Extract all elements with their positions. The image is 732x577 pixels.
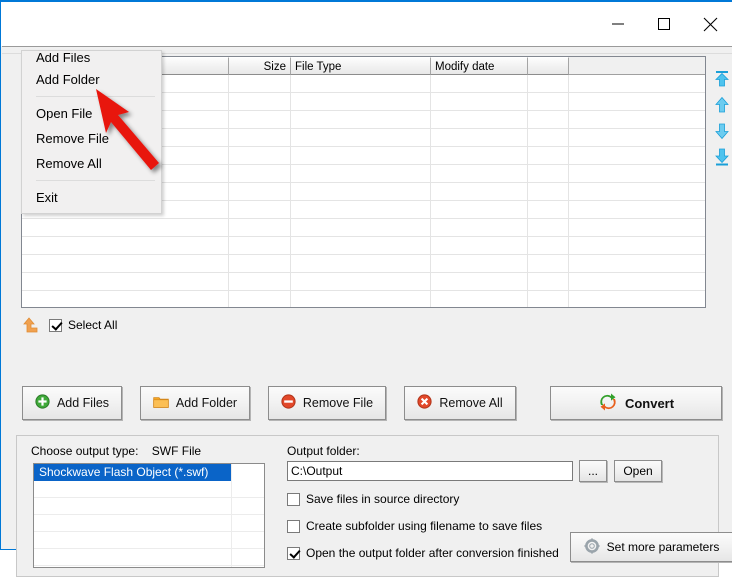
open-output-folder-label: Open the output folder after conversion … [306, 546, 559, 560]
open-folder-button[interactable]: Open [614, 460, 662, 482]
column-header-size[interactable]: Size [229, 57, 291, 75]
maximize-button[interactable] [641, 2, 687, 46]
minimize-button[interactable] [595, 2, 641, 46]
menu-item-add-files[interactable]: Add Files [22, 53, 161, 67]
output-type-list[interactable]: Shockwave Flash Object (*.swf) [33, 463, 265, 568]
browse-folder-button[interactable]: ... [579, 460, 607, 482]
output-type-empty-row [34, 515, 264, 532]
choose-output-type-row: Choose output type: SWF File [31, 444, 201, 458]
remove-all-button[interactable]: Remove All [404, 386, 516, 420]
open-output-folder-row[interactable]: Open the output folder after conversion … [287, 546, 559, 560]
window-controls [595, 2, 732, 46]
folder-icon [153, 395, 169, 412]
select-all-row: Select All [21, 314, 117, 336]
remove-file-label: Remove File [302, 396, 374, 410]
move-up-button[interactable] [711, 92, 732, 118]
menu-item-add-folder[interactable]: Add Folder [22, 67, 161, 92]
save-in-source-directory-checkbox[interactable] [287, 492, 300, 506]
create-subfolder-label: Create subfolder using filename to save … [306, 519, 543, 533]
open-output-folder-checkbox[interactable] [287, 546, 300, 560]
menu-item-remove-all[interactable]: Remove All [22, 151, 161, 176]
maximize-icon [658, 18, 670, 30]
gear-icon [584, 537, 600, 557]
arrow-down-icon [715, 123, 729, 140]
title-bar [1, 0, 732, 46]
menu-separator [36, 180, 155, 181]
remove-file-button[interactable]: Remove File [268, 386, 386, 420]
arrow-up-icon [715, 96, 729, 113]
type-list-divider [231, 464, 232, 567]
column-header-file-type[interactable]: File Type [291, 57, 431, 75]
add-files-label: Add Files [56, 396, 110, 410]
convert-label: Convert [624, 395, 675, 411]
remove-all-label: Remove All [439, 396, 503, 410]
output-type-empty-row [34, 481, 264, 498]
create-subfolder-row[interactable]: Create subfolder using filename to save … [287, 519, 542, 533]
output-type-option-selected[interactable]: Shockwave Flash Object (*.swf) [34, 464, 231, 481]
close-button[interactable] [687, 2, 732, 46]
save-in-source-directory-label: Save files in source directory [306, 492, 460, 506]
menu-item-open-file[interactable]: Open File [22, 101, 161, 126]
menu-separator [36, 96, 155, 97]
set-more-parameters-label: Set more parameters [606, 540, 720, 554]
go-up-arrow-icon[interactable] [21, 316, 41, 334]
output-type-empty-row [34, 549, 264, 566]
column-header-modify-date[interactable]: Modify date [431, 57, 528, 75]
create-subfolder-checkbox[interactable] [287, 519, 300, 533]
app-window: Path Size File Type Modify date [0, 0, 732, 577]
action-toolbar: Add Files Add Folder Remove File Remove … [22, 386, 516, 420]
output-type-empty-row [34, 498, 264, 515]
order-buttons [711, 66, 732, 170]
remove-circle-icon [281, 394, 296, 412]
add-folder-button[interactable]: Add Folder [140, 386, 250, 420]
output-type-empty-row [34, 532, 264, 549]
arrow-to-top-icon [715, 71, 729, 87]
output-settings-panel: Choose output type: SWF File Shockwave F… [16, 435, 732, 577]
set-more-parameters-button[interactable]: Set more parameters [570, 532, 732, 562]
choose-output-type-label: Choose output type: [31, 444, 139, 458]
menu-item-exit[interactable]: Exit [22, 185, 161, 210]
move-to-bottom-button[interactable] [711, 144, 732, 170]
move-to-top-button[interactable] [711, 66, 732, 92]
minimize-icon [612, 23, 624, 25]
add-files-button[interactable]: Add Files [22, 386, 122, 420]
output-folder-input[interactable]: C:\Output [287, 461, 573, 481]
move-down-button[interactable] [711, 118, 732, 144]
convert-refresh-icon [598, 393, 618, 414]
context-menu[interactable]: Add Files Add Folder Open File Remove Fi… [21, 50, 162, 214]
output-folder-label: Output folder: [287, 444, 360, 458]
delete-circle-x-icon [417, 394, 432, 412]
select-all-checkbox[interactable] [49, 318, 62, 332]
convert-button[interactable]: Convert [550, 386, 722, 420]
menu-item-remove-file[interactable]: Remove File [22, 126, 161, 151]
select-all-label: Select All [68, 318, 118, 332]
save-in-source-directory-row[interactable]: Save files in source directory [287, 492, 459, 506]
output-type-value: SWF File [151, 444, 202, 458]
arrow-to-bottom-icon [715, 148, 729, 166]
column-header-extra[interactable] [528, 57, 569, 75]
close-icon [703, 17, 717, 31]
add-folder-label: Add Folder [175, 396, 238, 410]
add-circle-icon [35, 394, 50, 412]
